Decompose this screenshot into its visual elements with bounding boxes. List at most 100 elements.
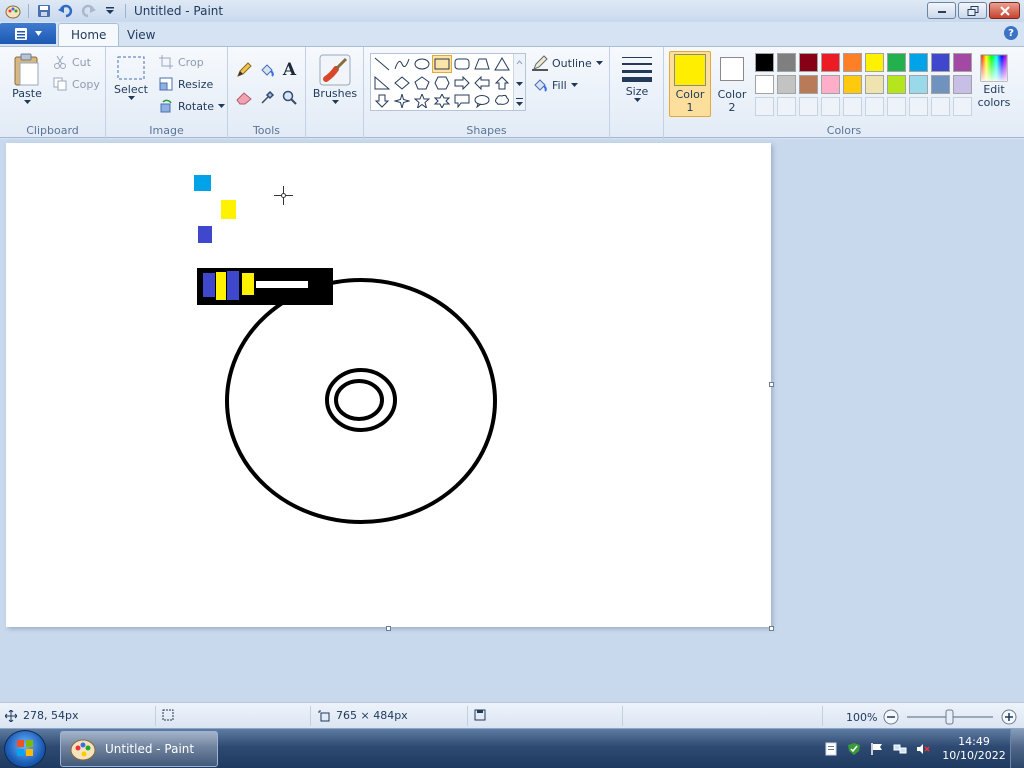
- color1-button[interactable]: Color 1: [669, 51, 711, 117]
- palette-swatch-empty[interactable]: [931, 97, 950, 116]
- palette-swatch-empty[interactable]: [843, 97, 862, 116]
- rotate-button[interactable]: Rotate: [158, 98, 226, 114]
- diamond-shape[interactable]: [392, 74, 412, 92]
- save-icon[interactable]: [35, 2, 53, 20]
- taskbar-paint-item[interactable]: Untitled - Paint: [60, 731, 218, 767]
- zoom-level-text: 100%: [846, 710, 878, 724]
- palette-swatch[interactable]: [953, 75, 972, 94]
- left-arrow-shape[interactable]: [472, 74, 492, 92]
- pentagon-shape[interactable]: [412, 74, 432, 92]
- palette-swatch[interactable]: [843, 75, 862, 94]
- palette-swatch[interactable]: [799, 75, 818, 94]
- flag-icon[interactable]: [869, 741, 885, 757]
- text-tool[interactable]: A: [279, 59, 300, 80]
- palette-swatch-empty[interactable]: [887, 97, 906, 116]
- four-point-star-shape[interactable]: [392, 92, 412, 110]
- help-icon[interactable]: ?: [1004, 26, 1018, 40]
- edit-colors-button[interactable]: Edit colors: [974, 53, 1014, 109]
- resize-handle-corner[interactable]: [769, 626, 774, 631]
- tab-home[interactable]: Home: [58, 23, 120, 46]
- volume-muted-icon[interactable]: [915, 741, 931, 757]
- palette-swatch[interactable]: [887, 53, 906, 72]
- pencil-tool[interactable]: [233, 59, 254, 80]
- palette-swatch[interactable]: [931, 53, 950, 72]
- color2-button[interactable]: Color 2: [715, 55, 749, 114]
- shapes-scrollbar[interactable]: [513, 54, 525, 110]
- palette-swatch[interactable]: [799, 53, 818, 72]
- rectangle-shape[interactable]: [432, 55, 452, 73]
- clock[interactable]: 14:49 10/10/2022: [938, 735, 1010, 763]
- action-center-icon[interactable]: [823, 741, 839, 757]
- show-desktop-button[interactable]: [1010, 729, 1024, 768]
- palette-swatch-empty[interactable]: [755, 97, 774, 116]
- line-shape[interactable]: [372, 55, 392, 73]
- paint-menu-button[interactable]: [0, 23, 56, 44]
- color-picker-tool[interactable]: [256, 87, 277, 108]
- restore-button[interactable]: [958, 2, 987, 19]
- palette-swatch[interactable]: [909, 75, 928, 94]
- six-point-star-shape[interactable]: [432, 92, 452, 110]
- fill-button[interactable]: Fill: [532, 77, 578, 93]
- zoom-in-icon[interactable]: [1001, 709, 1017, 725]
- palette-swatch-empty[interactable]: [777, 97, 796, 116]
- palette-swatch[interactable]: [755, 75, 774, 94]
- zoom-slider[interactable]: [905, 709, 995, 725]
- start-button[interactable]: [4, 730, 46, 768]
- palette-swatch[interactable]: [887, 75, 906, 94]
- paste-button[interactable]: Paste: [8, 53, 46, 104]
- oval-callout-shape[interactable]: [472, 92, 492, 110]
- palette-swatch[interactable]: [865, 53, 884, 72]
- paint-app-icon[interactable]: [4, 2, 22, 20]
- palette-swatch-empty[interactable]: [953, 97, 972, 116]
- canvas-workspace[interactable]: [0, 139, 1024, 702]
- oval-shape[interactable]: [412, 55, 432, 73]
- palette-swatch[interactable]: [755, 53, 774, 72]
- fill-tool[interactable]: [256, 59, 277, 80]
- triangle-shape[interactable]: [492, 55, 512, 73]
- eraser-tool[interactable]: [233, 87, 254, 108]
- palette-swatch[interactable]: [865, 75, 884, 94]
- palette-swatch[interactable]: [953, 53, 972, 72]
- size-button[interactable]: Size: [618, 53, 656, 102]
- polygon-shape[interactable]: [472, 55, 492, 73]
- zoom-out-icon[interactable]: [883, 709, 899, 725]
- palette-swatch-empty[interactable]: [909, 97, 928, 116]
- close-button[interactable]: [989, 2, 1020, 19]
- canvas-size-text: 765 × 484px: [336, 709, 408, 722]
- undo-icon[interactable]: [57, 2, 75, 20]
- right-triangle-shape[interactable]: [372, 74, 392, 92]
- cloud-callout-shape[interactable]: [492, 92, 512, 110]
- tab-view[interactable]: View: [115, 23, 167, 46]
- select-button[interactable]: Select: [114, 55, 148, 100]
- down-arrow-shape[interactable]: [372, 92, 392, 110]
- palette-swatch[interactable]: [843, 53, 862, 72]
- palette-swatch[interactable]: [777, 75, 796, 94]
- curve-shape[interactable]: [392, 55, 412, 73]
- brushes-button[interactable]: Brushes: [312, 53, 358, 104]
- palette-swatch-empty[interactable]: [799, 97, 818, 116]
- right-arrow-shape[interactable]: [452, 74, 472, 92]
- resize-handle-bottom[interactable]: [386, 626, 391, 631]
- resize-handle-right[interactable]: [769, 382, 774, 387]
- palette-swatch[interactable]: [777, 53, 796, 72]
- minimize-button[interactable]: [927, 2, 956, 19]
- palette-swatch[interactable]: [931, 75, 950, 94]
- palette-swatch[interactable]: [821, 53, 840, 72]
- network-icon[interactable]: [892, 741, 908, 757]
- drawing-canvas[interactable]: [6, 143, 771, 627]
- rect-callout-shape[interactable]: [452, 92, 472, 110]
- up-arrow-shape[interactable]: [492, 74, 512, 92]
- palette-swatch-empty[interactable]: [865, 97, 884, 116]
- customize-qat-icon[interactable]: [101, 2, 119, 20]
- palette-swatch[interactable]: [821, 75, 840, 94]
- magnifier-tool[interactable]: [279, 87, 300, 108]
- rounded-rectangle-shape[interactable]: [452, 55, 472, 73]
- resize-button[interactable]: Resize: [158, 76, 213, 92]
- five-point-star-shape[interactable]: [412, 92, 432, 110]
- outline-button[interactable]: Outline: [532, 55, 603, 71]
- palette-swatch[interactable]: [909, 53, 928, 72]
- security-shield-icon[interactable]: [846, 741, 862, 757]
- palette-swatch-empty[interactable]: [821, 97, 840, 116]
- size-group: Size: [610, 47, 664, 139]
- hexagon-shape[interactable]: [432, 74, 452, 92]
